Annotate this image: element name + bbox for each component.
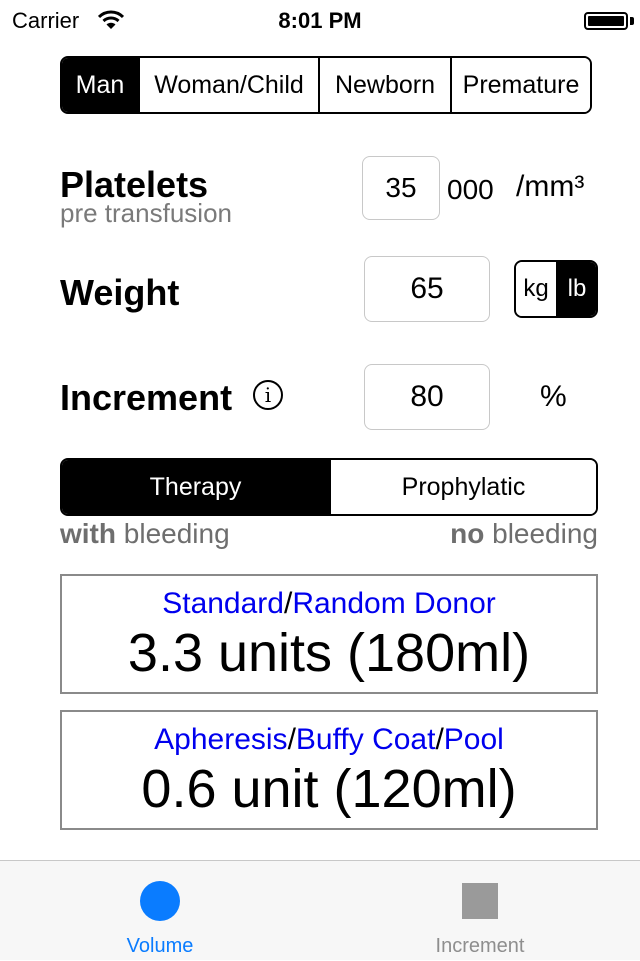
mode-segmented-control: Therapy Prophylatic bbox=[60, 458, 598, 516]
segment-premature[interactable]: Premature bbox=[450, 58, 590, 112]
standard-result-value: 3.3 units (180ml) bbox=[127, 623, 531, 683]
tab-bar: Volume Increment bbox=[0, 860, 640, 960]
segment-woman-child[interactable]: Woman/Child bbox=[138, 58, 318, 112]
apheresis-links: Apheresis/Buffy Coat/Pool bbox=[154, 723, 504, 756]
tab-increment[interactable]: Increment bbox=[320, 861, 640, 961]
increment-label: Increment bbox=[60, 377, 233, 418]
square-icon bbox=[462, 883, 498, 919]
random-donor-link[interactable]: Random Donor bbox=[292, 587, 495, 620]
apheresis-link[interactable]: Apheresis bbox=[154, 723, 287, 756]
prophylatic-hint: no bleeding bbox=[450, 518, 598, 549]
apheresis-result-box: Apheresis/Buffy Coat/Pool 0.6 unit (120m… bbox=[60, 710, 598, 830]
tab-increment-label: Increment bbox=[435, 935, 525, 957]
weight-input[interactable]: 65 bbox=[364, 256, 490, 322]
platelets-unit: /mm³ bbox=[516, 170, 585, 203]
segment-kg[interactable]: kg bbox=[516, 262, 556, 316]
clock: 8:01 PM bbox=[278, 8, 362, 33]
segment-lb[interactable]: lb bbox=[556, 262, 596, 316]
weight-label: Weight bbox=[60, 272, 180, 313]
platelets-suffix: 000 bbox=[447, 174, 494, 205]
segment-newborn[interactable]: Newborn bbox=[318, 58, 450, 112]
circle-icon bbox=[140, 881, 180, 921]
tab-volume[interactable]: Volume bbox=[0, 861, 320, 961]
battery-icon bbox=[584, 12, 628, 30]
status-bar: Carrier 8:01 PM bbox=[0, 0, 640, 40]
segment-man[interactable]: Man bbox=[62, 58, 138, 112]
info-icon[interactable]: i bbox=[253, 380, 283, 410]
pool-link[interactable]: Pool bbox=[444, 723, 504, 756]
patient-type-segmented-control: Man Woman/Child Newborn Premature bbox=[60, 56, 592, 114]
increment-input[interactable]: 80 bbox=[364, 364, 490, 430]
tab-volume-label: Volume bbox=[126, 935, 194, 957]
apheresis-result-value: 0.6 unit (120ml) bbox=[141, 759, 517, 819]
platelets-input[interactable]: 35 bbox=[362, 156, 440, 220]
platelets-sublabel: pre transfusion bbox=[60, 198, 232, 228]
increment-unit: % bbox=[540, 380, 567, 413]
standard-link[interactable]: Standard bbox=[162, 587, 284, 620]
segment-therapy[interactable]: Therapy bbox=[62, 460, 329, 514]
segment-prophylatic[interactable]: Prophylatic bbox=[329, 460, 596, 514]
weight-unit-segmented-control: kg lb bbox=[514, 260, 598, 318]
buffy-coat-link[interactable]: Buffy Coat bbox=[296, 723, 436, 756]
standard-links: Standard/Random Donor bbox=[162, 587, 496, 620]
battery-tip bbox=[630, 17, 634, 25]
therapy-hint: with bleeding bbox=[60, 518, 230, 549]
standard-result-box: Standard/Random Donor 3.3 units (180ml) bbox=[60, 574, 598, 694]
